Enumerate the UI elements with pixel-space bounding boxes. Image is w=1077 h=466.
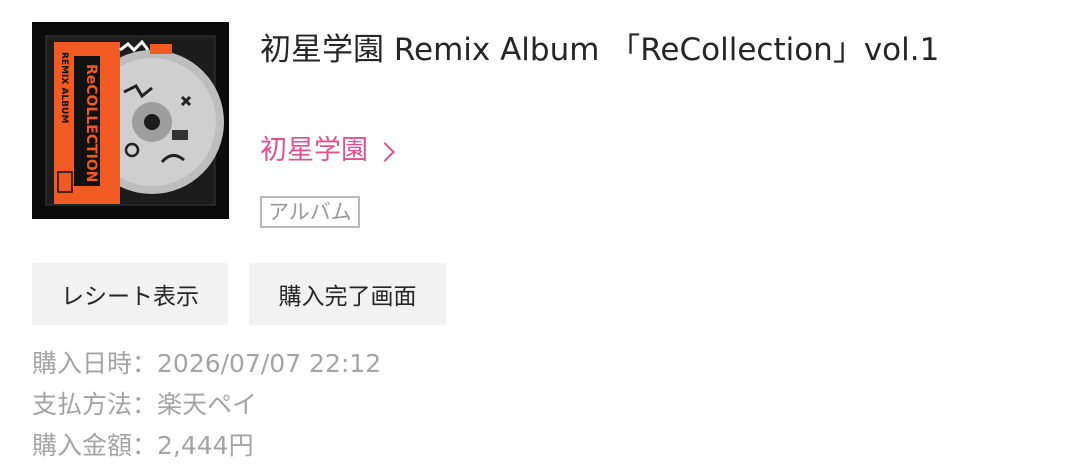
purchase-amount-value: 2,444円 — [157, 431, 254, 460]
album-type-badge: アルバム — [260, 196, 360, 228]
svg-text:REMIX ALBUM: REMIX ALBUM — [59, 52, 69, 123]
svg-text:ReCOLLECTION: ReCOLLECTION — [83, 64, 99, 183]
purchase-amount-label: 購入金額： — [32, 431, 158, 460]
artist-name: 初星学園 — [260, 135, 368, 166]
purchase-amount-row: 購入金額：2,444円 — [32, 425, 381, 466]
show-receipt-button[interactable]: レシート表示 — [32, 263, 228, 325]
album-cover-image[interactable]: ReCOLLECTION REMIX ALBUM — [32, 22, 229, 219]
payment-method-row: 支払方法：楽天ペイ — [32, 384, 381, 425]
purchase-complete-button[interactable]: 購入完了画面 — [249, 263, 446, 325]
artist-link[interactable]: 初星学園 — [260, 131, 395, 171]
purchase-date-row: 購入日時：2026/07/07 22:12 — [32, 343, 381, 384]
chevron-right-icon — [375, 142, 395, 162]
purchase-info: 購入日時：2026/07/07 22:12 支払方法：楽天ペイ 購入金額：2,4… — [32, 343, 381, 466]
purchase-date-value: 2026/07/07 22:12 — [157, 349, 382, 378]
album-cover-art-icon: ReCOLLECTION REMIX ALBUM — [32, 22, 229, 219]
album-title: 初星学園 Remix Album 「ReCollection」vol.1 — [260, 32, 940, 68]
payment-method-label: 支払方法： — [32, 390, 158, 419]
purchase-date-label: 購入日時： — [32, 349, 158, 378]
payment-method-value: 楽天ペイ — [157, 390, 258, 419]
